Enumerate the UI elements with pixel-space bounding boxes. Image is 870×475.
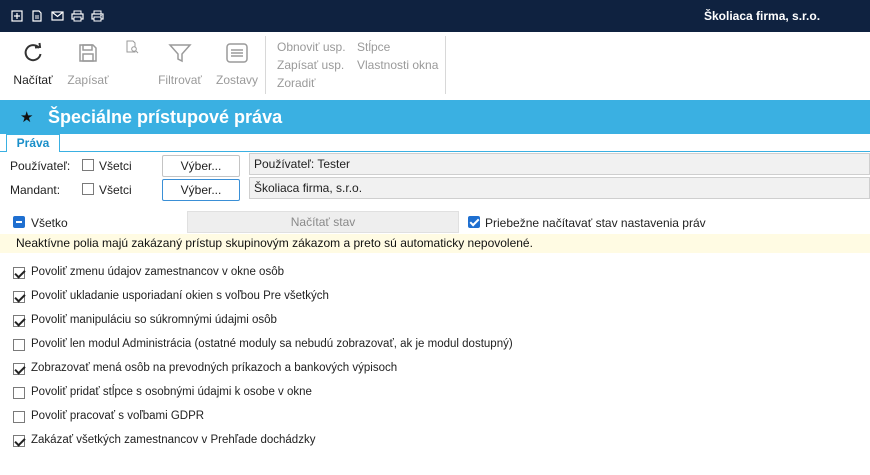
permission-label: Povoliť pridať stĺpce s osobnými údajmi … [31, 386, 312, 398]
select-all-checkbox[interactable] [13, 216, 25, 228]
filter-label: Filtrovať [158, 73, 202, 87]
continuous-load-checkbox[interactable] [468, 216, 480, 228]
tenant-field[interactable]: Školiaca firma, s.r.o. [249, 177, 870, 199]
permission-checkbox[interactable] [13, 315, 25, 327]
user-field[interactable]: Používateľ: Tester [249, 153, 870, 175]
load-label: Načítať [13, 73, 53, 87]
permission-label: Povoliť manipuláciu so súkromnými údajmi… [31, 314, 277, 326]
permission-label: Povoliť len modul Administrácia (ostatné… [31, 338, 513, 350]
window-properties-link[interactable]: Vlastnosti okna [357, 58, 438, 72]
tenant-all-checkbox[interactable] [82, 183, 94, 195]
tenant-select-button[interactable]: Výber... [162, 179, 240, 201]
permission-checkbox[interactable] [13, 339, 25, 351]
document-icon[interactable] [30, 9, 44, 23]
toolbar-separator [265, 36, 266, 94]
refresh-icon [24, 42, 42, 62]
select-all-label: Všetko [31, 216, 68, 230]
sort-link[interactable]: Zoradiť [277, 76, 316, 90]
user-label: Používateľ: [10, 159, 71, 173]
notice-banner: Neaktívne polia majú zakázaný prístup sk… [0, 234, 870, 253]
reports-icon [226, 43, 248, 63]
filter-icon [168, 44, 192, 63]
star-icon[interactable]: ★ [20, 108, 33, 126]
toolbar-separator [445, 36, 446, 94]
restore-settings-link[interactable]: Obnoviť usp. [277, 40, 346, 54]
permission-checkbox[interactable] [13, 363, 25, 375]
reports-label: Zostavy [215, 73, 258, 87]
load-state-button[interactable]: Načítať stav [187, 211, 459, 233]
permission-label: Povoliť pracovať s voľbami GDPR [31, 410, 205, 422]
permission-checkbox[interactable] [13, 267, 25, 279]
reports-button[interactable]: Zostavy [215, 42, 259, 87]
title-bar-icons [10, 9, 104, 23]
tenant-all-label: Všetci [99, 183, 132, 197]
save-label: Zapísať [67, 73, 109, 87]
user-select-button[interactable]: Výber... [162, 155, 240, 177]
save-icon [79, 44, 97, 62]
page-title: Špeciálne prístupové práva [48, 107, 283, 127]
document-search-icon [126, 40, 139, 54]
permission-checkbox[interactable] [13, 435, 25, 447]
permission-checkbox[interactable] [13, 411, 25, 423]
company-name: Školiaca firma, s.r.o. [704, 9, 821, 23]
filter-button[interactable]: Filtrovať [158, 42, 202, 87]
user-all-checkbox[interactable] [82, 159, 94, 171]
save-settings-link[interactable]: Zapísať usp. [277, 58, 344, 72]
permission-checkbox[interactable] [13, 291, 25, 303]
save-button[interactable]: Zapísať [66, 42, 110, 87]
continuous-load-label: Priebežne načítavať stav nastavenia práv [485, 216, 706, 230]
toolbar: Načítať Zapísať Filtrovať Zostavy Obnovi… [0, 32, 870, 101]
columns-link[interactable]: Stĺpce [357, 40, 390, 54]
preview-button[interactable] [124, 40, 140, 57]
print-icon[interactable] [70, 9, 84, 23]
permission-label: Zobrazovať mená osôb na prevodných príka… [31, 362, 398, 374]
load-button[interactable]: Načítať [13, 42, 53, 87]
permission-label: Zakázať všetkých zamestnancov v Prehľade… [31, 434, 316, 446]
export-icon[interactable] [10, 9, 24, 23]
window-header: ★ Špeciálne prístupové práva [0, 100, 870, 134]
print-setup-icon[interactable] [90, 9, 104, 23]
tab-rights[interactable]: Práva [6, 134, 60, 152]
mail-icon[interactable] [50, 9, 64, 23]
title-bar: Školiaca firma, s.r.o. [0, 0, 870, 32]
permission-checkbox[interactable] [13, 387, 25, 399]
tab-bar: Práva [0, 134, 870, 152]
tenant-label: Mandant: [10, 183, 61, 197]
permission-label: Povoliť ukladanie usporiadaní okien s vo… [31, 290, 329, 302]
permission-label: Povoliť zmenu údajov zamestnancov v okne… [31, 266, 284, 278]
user-all-label: Všetci [99, 159, 132, 173]
